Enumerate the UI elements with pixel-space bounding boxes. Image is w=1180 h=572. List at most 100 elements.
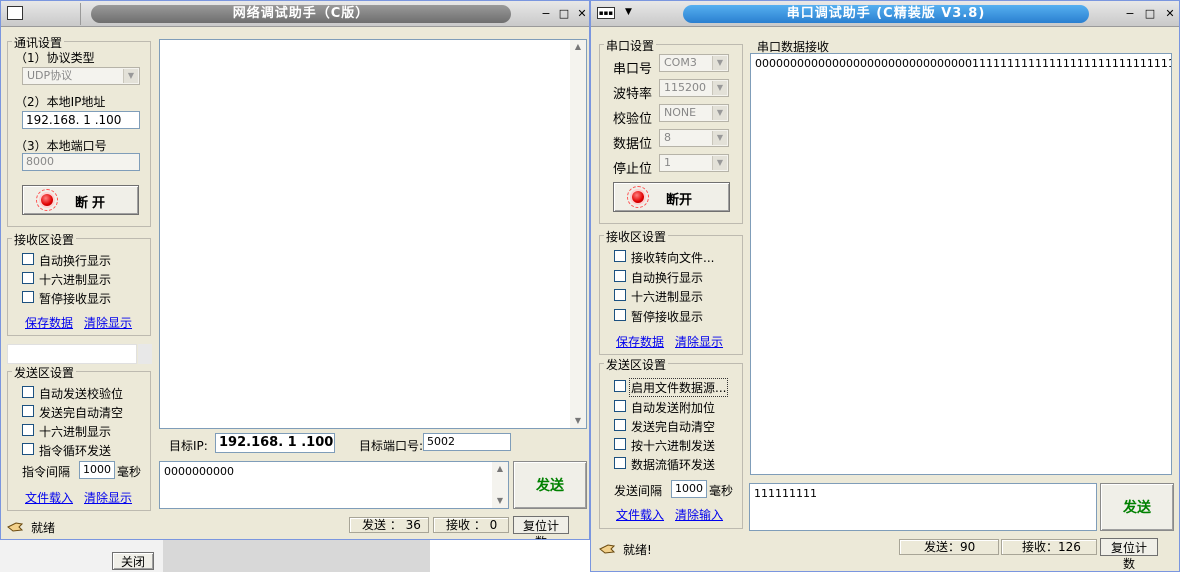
stream-loop-label: 数据流循环发送: [631, 458, 716, 472]
serial-clear-input-link[interactable]: 清除输入: [675, 506, 723, 523]
background-close-button[interactable]: 关闭: [112, 552, 154, 570]
send-hex-checkbox[interactable]: [22, 424, 34, 436]
baud-rate-label: 波特率: [613, 87, 653, 102]
target-ip-input[interactable]: 192.168. 1 .100: [215, 433, 335, 453]
data-bits-select[interactable]: 8 ▼: [659, 129, 729, 147]
protocol-type-value: UDP协议: [27, 69, 73, 82]
send-as-hex-label: 按十六进制发送: [631, 439, 716, 453]
serial-maximize-icon[interactable]: □: [1143, 7, 1157, 21]
serial-reset-count-button[interactable]: 复位计数: [1100, 538, 1158, 571]
loop-send-checkbox[interactable]: [22, 443, 34, 455]
stop-bits-label: 停止位: [613, 162, 653, 177]
serial-minimize-icon[interactable]: −: [1123, 7, 1137, 21]
hex-display-label: 十六进制显示: [39, 273, 112, 287]
port-number-select[interactable]: COM3 ▼: [659, 54, 729, 72]
serial-save-data-link[interactable]: 保存数据: [616, 333, 664, 350]
maximize-icon[interactable]: □: [557, 7, 571, 21]
serial-receive-area[interactable]: 0000000000000000000000000000000111111111…: [750, 53, 1172, 475]
serial-sent-count: 发送：90: [899, 539, 999, 555]
net-send-input[interactable]: 0000000000: [159, 461, 509, 509]
serial-assistant-window: ▪▪▪ ▼ 串口调试助手 (C精装版 V3.8) − □ ✕ 串口设置 串口号 …: [590, 0, 1180, 572]
interval-unit: 毫秒: [117, 465, 142, 479]
interval-input[interactable]: 1000: [79, 461, 115, 479]
serial-disconnect-button[interactable]: 断开: [613, 182, 730, 212]
serial-interval-input[interactable]: 1000: [671, 480, 707, 498]
net-reset-count-button[interactable]: 复位计数: [513, 516, 569, 539]
serial-disconnect-label: 断开: [666, 192, 693, 207]
net-received-count: 接收 ： 0: [433, 517, 509, 533]
red-led-icon: [41, 194, 53, 206]
net-send-scrollbar[interactable]: ▲ ▼: [492, 462, 508, 508]
serial-red-led-icon: [632, 191, 644, 203]
serial-window-title: 串口调试助手 (C精装版 V3.8): [683, 5, 1089, 23]
serial-close-icon[interactable]: ✕: [1163, 7, 1177, 21]
pause-recv-checkbox[interactable]: [22, 291, 34, 303]
hex-display-checkbox[interactable]: [22, 272, 34, 284]
save-data-link[interactable]: 保存数据: [25, 314, 73, 331]
scroll-up-icon[interactable]: ▲: [570, 40, 586, 54]
port-number-chevron-down-icon[interactable]: ▼: [712, 56, 727, 70]
recv-to-file-checkbox[interactable]: [614, 250, 626, 262]
protocol-type-select[interactable]: UDP协议 ▼: [22, 67, 140, 85]
local-port-label: （3）本地端口号: [15, 139, 107, 153]
serial-status-hand-icon: [599, 543, 616, 555]
baud-rate-value: 115200: [664, 81, 706, 94]
status-hand-icon: [7, 521, 24, 533]
local-ip-input[interactable]: 192.168. 1 .100: [22, 111, 140, 129]
stop-bits-select[interactable]: 1 ▼: [659, 154, 729, 172]
auto-append-bit-checkbox[interactable]: [614, 400, 626, 412]
local-port-input[interactable]: 8000: [22, 153, 140, 171]
serial-clear-display-link[interactable]: 清除显示: [675, 333, 723, 350]
protocol-type-label: （1）协议类型: [15, 51, 95, 65]
scroll-down-icon[interactable]: ▼: [570, 414, 586, 428]
network-window-title: 网络调试助手（C版）: [91, 5, 511, 23]
net-sent-count: 发送 ： 36: [349, 517, 429, 533]
stream-loop-checkbox[interactable]: [614, 457, 626, 469]
stop-bits-chevron-down-icon[interactable]: ▼: [712, 156, 727, 170]
data-bits-value: 8: [664, 131, 671, 144]
serial-title-bar[interactable]: ▪▪▪ ▼ 串口调试助手 (C精装版 V3.8) − □ ✕: [591, 1, 1179, 27]
local-ip-label: （2）本地IP地址: [15, 95, 106, 109]
title-separator: [41, 3, 81, 25]
baud-rate-select[interactable]: 115200 ▼: [659, 79, 729, 97]
serial-file-load-link[interactable]: 文件载入: [616, 506, 664, 523]
net-status-ready: 就绪: [31, 521, 56, 535]
disconnect-button[interactable]: 断开: [22, 185, 139, 215]
send-scroll-up-icon[interactable]: ▲: [492, 462, 508, 476]
serial-received-count: 接收：126: [1001, 539, 1097, 555]
parity-chevron-down-icon[interactable]: ▼: [712, 106, 727, 120]
net-send-button[interactable]: 发送: [513, 461, 587, 509]
baud-rate-chevron-down-icon[interactable]: ▼: [712, 81, 727, 95]
file-load-link[interactable]: 文件载入: [25, 489, 73, 506]
serial-send-button[interactable]: 发送: [1100, 483, 1174, 531]
clear-display-link[interactable]: 清除显示: [84, 314, 132, 331]
serial-hex-display-checkbox[interactable]: [614, 289, 626, 301]
file-source-label: 启用文件数据源...: [629, 378, 729, 397]
chevron-down-icon[interactable]: ▼: [123, 69, 138, 83]
recv-settings-title: 接收区设置: [12, 231, 77, 248]
serial-auto-clear-checkbox[interactable]: [614, 419, 626, 431]
net-receive-scrollbar[interactable]: ▲ ▼: [570, 40, 586, 428]
send-scroll-down-icon[interactable]: ▼: [492, 494, 508, 508]
serial-pause-recv-checkbox[interactable]: [614, 309, 626, 321]
close-icon[interactable]: ✕: [575, 7, 589, 21]
interval-label: 指令间隔: [22, 465, 71, 479]
parity-select[interactable]: NONE ▼: [659, 104, 729, 122]
recv-to-file-label: 接收转向文件...: [631, 251, 715, 265]
serial-auto-wrap-checkbox[interactable]: [614, 270, 626, 282]
auto-clear-checkbox[interactable]: [22, 405, 34, 417]
blank-input[interactable]: [7, 344, 137, 364]
send-as-hex-checkbox[interactable]: [614, 438, 626, 450]
serial-menu-icon[interactable]: ▼: [625, 7, 632, 17]
minimize-icon[interactable]: −: [539, 7, 553, 21]
net-receive-area[interactable]: [159, 39, 587, 429]
send-clear-link[interactable]: 清除显示: [84, 489, 132, 506]
target-port-input[interactable]: 5002: [423, 433, 511, 451]
auto-wrap-label: 自动换行显示: [39, 254, 112, 268]
network-title-bar[interactable]: 网络调试助手（C版） − □ ✕: [1, 1, 589, 27]
data-bits-chevron-down-icon[interactable]: ▼: [712, 131, 727, 145]
auto-wrap-checkbox[interactable]: [22, 253, 34, 265]
file-source-checkbox[interactable]: [614, 380, 626, 392]
auto-checksum-checkbox[interactable]: [22, 386, 34, 398]
serial-send-input[interactable]: 111111111: [749, 483, 1097, 531]
